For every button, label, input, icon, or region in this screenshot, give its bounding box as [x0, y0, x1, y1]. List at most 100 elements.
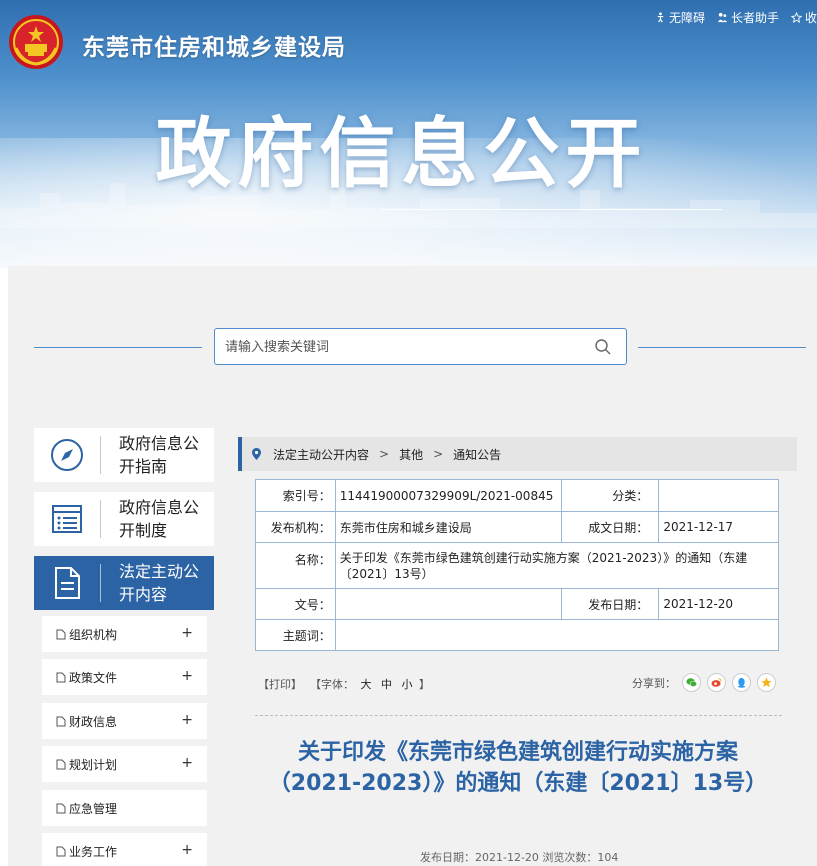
- sidebar-card-label: 法定主动公开内容: [119, 562, 200, 604]
- meta-row: 文号： 发布日期： 2021-12-20: [255, 588, 779, 620]
- breadcrumb-item-public-content[interactable]: 法定主动公开内容: [273, 446, 369, 463]
- share-bar: 分享到：: [632, 673, 776, 692]
- list-doc-icon: [52, 505, 82, 533]
- created-date-label: 成文日期：: [560, 511, 660, 543]
- published-date-label: 发布日期：: [560, 588, 660, 620]
- index-value: 11441900007329909L/2021-00845: [334, 479, 562, 512]
- accessibility-label: 无障碍: [668, 11, 705, 25]
- sidebar-card-label: 政府信息公开指南: [119, 434, 200, 476]
- elder-icon: [717, 12, 728, 23]
- sidebar-item-label: 业务工作: [69, 844, 118, 859]
- sidebar-card-separator: [100, 564, 101, 602]
- publisher-label: 发布机构：: [255, 511, 336, 543]
- category-value: [658, 479, 779, 512]
- name-value: 关于印发《东莞市绿色建筑创建行动实施方案（2021-2023）》的通知（东建〔2…: [334, 542, 780, 589]
- sidebar-item-emergency[interactable]: 应急管理: [42, 790, 207, 826]
- sidebar-card-guide[interactable]: 政府信息公开指南: [34, 428, 214, 482]
- weibo-icon: [711, 678, 722, 687]
- expand-plus-icon[interactable]: +: [181, 668, 193, 684]
- banner-divider: [380, 209, 722, 210]
- doc-number-value: [334, 588, 562, 620]
- breadcrumb: 法定主动公开内容 > 其他 > 通知公告: [238, 437, 797, 471]
- document-meta-table: 索引号： 11441900007329909L/2021-00845 分类： 发…: [255, 479, 780, 651]
- wechat-icon: [686, 678, 697, 687]
- sidebar-card-separator: [100, 500, 101, 538]
- publisher-value: 东莞市住房和城乡建设局: [334, 511, 562, 543]
- article-meta: 发布日期：2021-12-20 浏览次数：104: [420, 851, 619, 864]
- sidebar-item-label: 政策文件: [69, 670, 118, 685]
- expand-plus-icon[interactable]: +: [181, 755, 193, 771]
- font-label: 【字体：: [310, 678, 354, 691]
- national-emblem-icon: [9, 15, 63, 69]
- sidebar-card-system[interactable]: 政府信息公开制度: [34, 492, 214, 546]
- sidebar-card-label: 政府信息公开制度: [119, 498, 200, 540]
- share-qq-button[interactable]: [732, 673, 751, 692]
- meta-row: 名称： 关于印发《东莞市绿色建筑创建行动实施方案（2021-2023）》的通知（…: [255, 542, 780, 589]
- breadcrumb-separator: >: [379, 447, 390, 461]
- breadcrumb-item-other[interactable]: 其他: [399, 446, 423, 463]
- meta-row: 索引号： 11441900007329909L/2021-00845 分类：: [255, 479, 779, 512]
- font-small-button[interactable]: 小: [402, 678, 413, 691]
- sidebar-card-system-iconbox: [34, 492, 100, 546]
- sidebar-item-label: 组织机构: [69, 627, 118, 642]
- search-box: [214, 328, 627, 365]
- header-banner: 东莞市住房和城乡建设局 无障碍 长者助手 收 政府信息公开: [0, 0, 817, 268]
- sidebar-item-label: 应急管理: [69, 801, 118, 816]
- elder-assistant-label: 长者助手: [730, 11, 779, 25]
- meta-row: 发布机构： 东莞市住房和城乡建设局 成文日期： 2021-12-17: [255, 511, 779, 543]
- file-icon: [56, 716, 66, 726]
- print-button[interactable]: 【打印】: [258, 676, 302, 692]
- breadcrumb-separator: >: [433, 447, 444, 461]
- sidebar-card-public-content[interactable]: 法定主动公开内容: [34, 556, 214, 610]
- location-pin-icon: [252, 448, 261, 460]
- search-divider-right: [638, 347, 806, 348]
- font-size-controls: 【字体： 大 中 小 】: [310, 676, 430, 692]
- star-icon: [790, 12, 802, 23]
- file-icon: [56, 759, 66, 769]
- sidebar-item-planning[interactable]: 规划计划 +: [42, 746, 207, 782]
- expand-plus-icon[interactable]: +: [181, 625, 193, 641]
- breadcrumb-item-notice[interactable]: 通知公告: [453, 446, 501, 463]
- top-links: 无障碍 长者助手 收: [655, 9, 817, 26]
- favorite-label: 收: [804, 11, 817, 25]
- name-label: 名称：: [255, 542, 336, 589]
- share-wechat-button[interactable]: [682, 673, 701, 692]
- qq-icon: [737, 677, 746, 688]
- search-divider-left: [34, 347, 202, 348]
- file-icon: [56, 629, 66, 639]
- content-divider: [255, 715, 782, 716]
- sidebar-card-guide-iconbox: [34, 428, 100, 482]
- file-icon: [56, 846, 66, 856]
- search-icon[interactable]: [594, 338, 612, 356]
- created-date-value: 2021-12-17: [658, 511, 779, 543]
- share-weibo-button[interactable]: [707, 673, 726, 692]
- meta-row: 主题词：: [255, 619, 780, 651]
- expand-plus-icon[interactable]: +: [181, 842, 193, 858]
- sidebar-item-organization[interactable]: 组织机构 +: [42, 616, 207, 652]
- font-large-button[interactable]: 大: [361, 678, 372, 691]
- expand-plus-icon[interactable]: +: [181, 712, 193, 728]
- share-label: 分享到：: [632, 676, 676, 690]
- sidebar-item-label: 规划计划: [69, 757, 118, 772]
- banner-title: 政府信息公开: [155, 109, 648, 198]
- font-medium-button[interactable]: 中: [381, 678, 392, 691]
- sidebar-item-finance[interactable]: 财政信息 +: [42, 703, 207, 739]
- article-tools: 【打印】 【字体： 大 中 小 】: [258, 676, 430, 692]
- sidebar-item-label: 财政信息: [69, 714, 118, 729]
- subject-value: [334, 619, 780, 651]
- site-name[interactable]: 东莞市住房和城乡建设局: [82, 28, 346, 62]
- accessibility-link[interactable]: 无障碍: [655, 9, 705, 26]
- index-label: 索引号：: [255, 479, 336, 512]
- share-qzone-button[interactable]: [757, 673, 776, 692]
- favorite-link[interactable]: 收: [790, 9, 817, 26]
- file-icon: [56, 803, 66, 813]
- qzone-star-icon: [761, 677, 772, 688]
- elder-assistant-link[interactable]: 长者助手: [717, 9, 779, 26]
- compass-icon: [51, 439, 83, 471]
- sidebar-item-policy[interactable]: 政策文件 +: [42, 659, 207, 695]
- file-icon: [56, 672, 66, 682]
- search-input[interactable]: [225, 337, 585, 357]
- article-title: 关于印发《东莞市绿色建筑创建行动实施方案（2021-2023）》的通知（东建〔2…: [268, 740, 768, 796]
- sidebar-item-business[interactable]: 业务工作 +: [42, 833, 207, 866]
- published-date-value: 2021-12-20: [658, 588, 779, 620]
